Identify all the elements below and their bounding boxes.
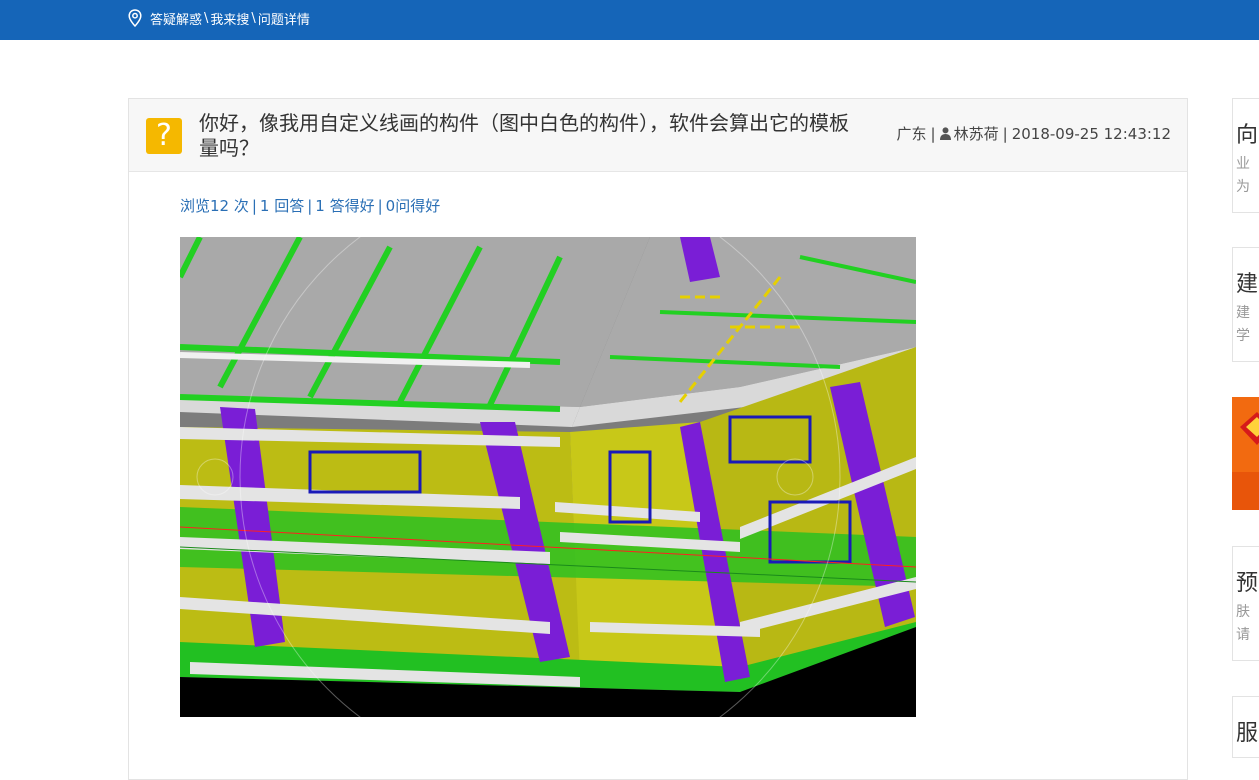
question-meta: 广东 | 林苏荷 | 2018-09-25 12:43:12 bbox=[897, 123, 1171, 144]
sidebar-card-text: 肤 bbox=[1236, 604, 1250, 620]
meta-divider: | bbox=[1002, 124, 1008, 143]
breadcrumb-separator: \ bbox=[251, 10, 256, 26]
question-region: 广东 bbox=[896, 125, 927, 143]
sidebar-card-text: 请 bbox=[1236, 627, 1250, 643]
stat-good-questions[interactable]: 0问得好 bbox=[386, 197, 441, 215]
question-image[interactable] bbox=[180, 237, 916, 717]
question-author[interactable]: 林苏荷 bbox=[954, 123, 999, 144]
breadcrumb-item-detail[interactable]: 问题详情 bbox=[258, 9, 310, 28]
question-header: ? 你好，像我用自定义线画的构件（图中白色的构件），软件会算出它的模板量吗？ 广… bbox=[129, 99, 1187, 172]
meta-divider: | bbox=[930, 124, 936, 143]
question-title: 你好，像我用自定义线画的构件（图中白色的构件），软件会算出它的模板量吗？ bbox=[199, 111, 849, 160]
breadcrumb-separator: \ bbox=[204, 10, 209, 26]
sidebar-card-heading: 服 bbox=[1236, 721, 1259, 746]
sidebar-card-text: 业 bbox=[1236, 156, 1250, 172]
sidebar-card-4[interactable]: 服 bbox=[1232, 696, 1259, 758]
stat-good-answers[interactable]: 1 答得好 bbox=[315, 197, 374, 215]
stat-divider: | bbox=[377, 197, 383, 215]
question-mark-icon: ? bbox=[146, 118, 182, 154]
top-bar: 答疑解惑 \ 我来搜 \ 问题详情 bbox=[0, 0, 1259, 40]
building-model-image bbox=[180, 237, 916, 717]
question-datetime: 2018-09-25 12:43:12 bbox=[1011, 124, 1171, 143]
sidebar-card-text: 为 bbox=[1236, 179, 1250, 195]
sidebar-card-heading: 预 bbox=[1236, 571, 1259, 596]
sidebar-card-3[interactable]: 预 肤 请 bbox=[1232, 546, 1259, 661]
stat-answers[interactable]: 1 回答 bbox=[260, 197, 304, 215]
breadcrumb-item-qa[interactable]: 答疑解惑 bbox=[150, 9, 202, 28]
question-stats: 浏览12 次 | 1 回答 | 1 答得好 | 0问得好 bbox=[180, 195, 440, 216]
sidebar-card-2[interactable]: 建 建 学 bbox=[1232, 247, 1259, 362]
sidebar-ad-banner[interactable] bbox=[1232, 397, 1259, 510]
stat-divider: | bbox=[307, 197, 313, 215]
location-pin-icon bbox=[128, 9, 142, 27]
question-card: ? 你好，像我用自定义线画的构件（图中白色的构件），软件会算出它的模板量吗？ 广… bbox=[128, 98, 1188, 780]
sidebar-card-heading: 向 bbox=[1236, 123, 1259, 148]
user-icon bbox=[939, 127, 951, 140]
stat-views: 浏览12 次 bbox=[180, 197, 249, 215]
stat-divider: | bbox=[251, 197, 257, 215]
sidebar-card-1[interactable]: 向 业 为 bbox=[1232, 98, 1259, 213]
sidebar-card-text: 建 bbox=[1236, 305, 1250, 321]
ad-graphic-icon bbox=[1232, 397, 1259, 510]
breadcrumb-item-search[interactable]: 我来搜 bbox=[210, 9, 249, 28]
sidebar-card-text: 学 bbox=[1236, 328, 1250, 344]
sidebar-card-heading: 建 bbox=[1236, 272, 1259, 297]
breadcrumb: 答疑解惑 \ 我来搜 \ 问题详情 bbox=[128, 8, 310, 28]
